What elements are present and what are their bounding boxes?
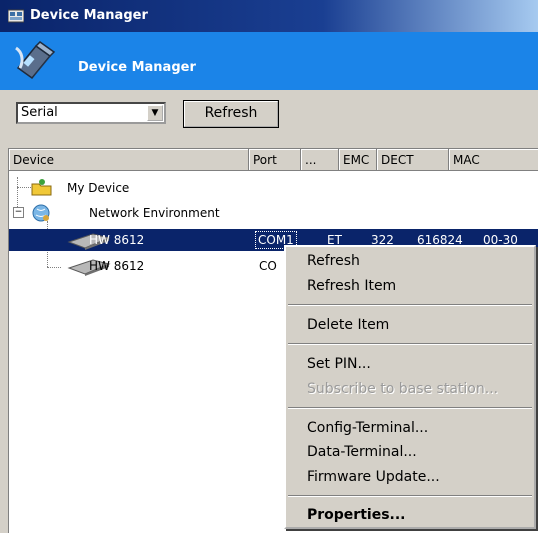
window-title: Device Manager: [30, 8, 148, 23]
menu-item-config-terminal[interactable]: Config-Terminal...: [307, 420, 428, 436]
device-name: HW 8612: [89, 259, 145, 273]
menu-separator: [288, 304, 532, 306]
menu-separator: [288, 407, 532, 409]
device-manager-app-icon: [8, 9, 24, 23]
folder-user-icon: [31, 179, 52, 196]
menu-item-data-terminal[interactable]: Data-Terminal...: [307, 444, 417, 460]
menu-item-properties[interactable]: Properties...: [307, 507, 405, 523]
column-header-port[interactable]: Port: [249, 149, 301, 171]
title-bar[interactable]: Device Manager: [0, 0, 538, 32]
tree-item-label: Network Environment: [89, 206, 220, 220]
collapse-icon[interactable]: −: [13, 207, 24, 218]
column-header-col3[interactable]: ...: [301, 149, 339, 171]
context-menu: Refresh Refresh Item Delete Item Set PIN…: [284, 245, 536, 529]
tree-item-network-environment[interactable]: − Network Environment: [9, 202, 538, 224]
menu-item-refresh[interactable]: Refresh: [307, 253, 360, 269]
menu-item-delete-item[interactable]: Delete Item: [307, 317, 389, 333]
device-manager-logo-icon: [15, 41, 56, 80]
chevron-down-icon[interactable]: ▼: [147, 105, 163, 121]
refresh-button[interactable]: Refresh: [183, 100, 279, 128]
column-header-mac[interactable]: MAC: [449, 149, 538, 171]
menu-item-refresh-item[interactable]: Refresh Item: [307, 278, 396, 294]
tree-item-my-device[interactable]: My Device: [9, 177, 538, 199]
banner-title: Device Manager: [78, 60, 196, 75]
connection-type-value: Serial: [21, 105, 58, 120]
connection-type-select[interactable]: Serial ▼: [16, 102, 166, 124]
menu-item-subscribe-base-station: Subscribe to base station...: [307, 381, 499, 397]
menu-separator: [288, 343, 532, 345]
menu-item-set-pin[interactable]: Set PIN...: [307, 356, 371, 372]
network-globe-icon: [32, 204, 50, 222]
device-name: HW 8612: [89, 233, 145, 247]
menu-separator: [288, 495, 532, 497]
column-header-device[interactable]: Device: [9, 149, 249, 171]
column-header-emc[interactable]: EMC: [339, 149, 377, 171]
column-header-dect[interactable]: DECT: [377, 149, 449, 171]
header-banner: Device Manager: [0, 32, 538, 90]
menu-item-firmware-update[interactable]: Firmware Update...: [307, 469, 440, 485]
device-port: CO: [259, 259, 277, 273]
tree-item-label: My Device: [67, 181, 130, 195]
